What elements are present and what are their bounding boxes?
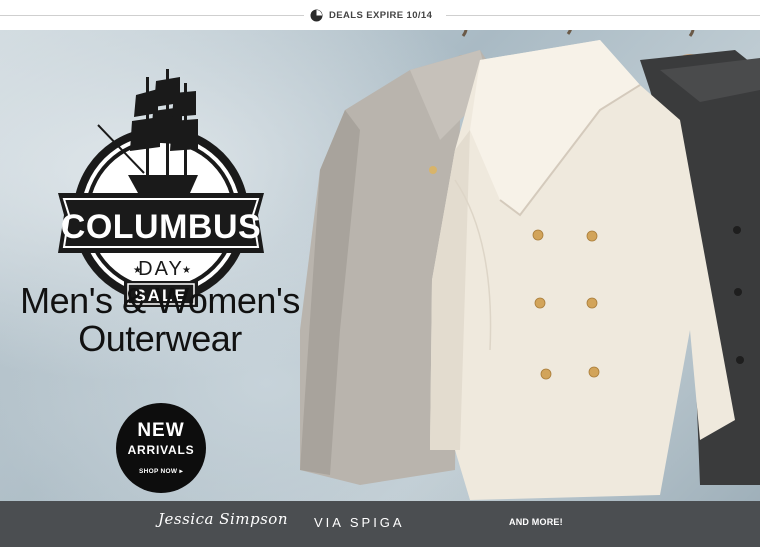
promo-page: DEALS EXPIRE 10/14 COLUMBUS DAY ★ ★ SALE… [0, 0, 760, 547]
hangers [461, 30, 695, 37]
svg-text:★: ★ [133, 265, 142, 276]
headline-line-1: Men's & Women's [20, 280, 300, 321]
shop-new-arrivals-button[interactable]: NEW ARRIVALS SHOP NOW ▸ [116, 403, 206, 493]
headline-line-2: Outerwear [78, 318, 242, 359]
brand-via-spiga[interactable]: VIA SPIGA [314, 515, 405, 530]
cta-line-1: NEW [137, 420, 185, 441]
clock-icon [310, 9, 323, 22]
brand-jessica-simpson[interactable]: Jessica Simpson [158, 510, 288, 528]
deals-expire-notice: DEALS EXPIRE 10/14 [310, 7, 432, 23]
headline: Men's & Women's Outerwear [10, 282, 310, 358]
badge-title: COLUMBUS [61, 208, 261, 246]
svg-text:★: ★ [182, 265, 191, 276]
deals-expire-text: DEALS EXPIRE 10/14 [329, 9, 433, 21]
brand-bar: Jessica Simpson VIA SPIGA AND MORE! [0, 501, 760, 547]
badge-subtitle: DAY [138, 258, 184, 280]
shop-now-link[interactable]: SHOP NOW ▸ [116, 467, 206, 475]
brand-and-more[interactable]: AND MORE! [509, 517, 563, 527]
cta-line-2: ARRIVALS [127, 443, 195, 457]
divider-left [0, 15, 304, 16]
divider-right [446, 15, 760, 16]
hero-banner[interactable]: COLUMBUS DAY ★ ★ SALE Men's & Women's Ou… [0, 30, 760, 501]
top-bar: DEALS EXPIRE 10/14 [0, 0, 760, 30]
